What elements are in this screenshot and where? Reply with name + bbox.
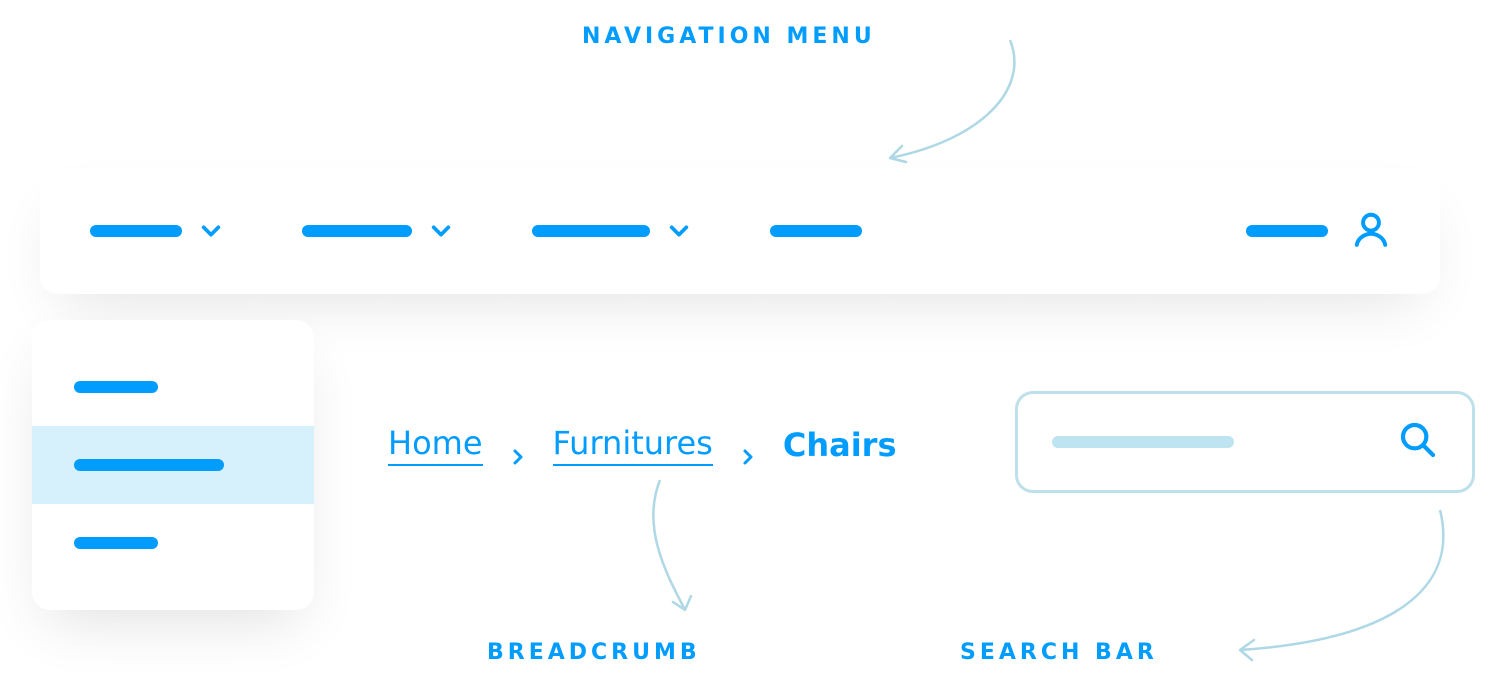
- chevron-down-icon: [200, 220, 222, 242]
- annotation-arrow-nav: [830, 30, 1050, 180]
- search-icon[interactable]: [1398, 420, 1438, 464]
- search-bar[interactable]: [1015, 391, 1475, 493]
- nav-item-2-placeholder: [302, 225, 412, 237]
- breadcrumb: Home Furnitures Chairs: [388, 424, 897, 466]
- annotation-arrow-breadcrumb: [630, 470, 750, 640]
- nav-right-group: [1246, 210, 1390, 252]
- annotation-breadcrumb-label: BREADCRUMB: [487, 640, 701, 665]
- dropdown-item-2-placeholder: [74, 459, 224, 471]
- search-placeholder: [1052, 436, 1234, 448]
- breadcrumb-current: Chairs: [783, 426, 897, 464]
- nav-item-2[interactable]: [302, 220, 452, 242]
- chevron-down-icon: [668, 220, 690, 242]
- nav-item-3[interactable]: [532, 220, 690, 242]
- dropdown-item-1[interactable]: [32, 348, 314, 426]
- nav-item-4[interactable]: [770, 225, 862, 237]
- chevron-right-icon: [509, 436, 527, 454]
- dropdown-item-2[interactable]: [32, 426, 314, 504]
- nav-item-4-placeholder: [770, 225, 862, 237]
- chevron-right-icon: [739, 436, 757, 454]
- nav-item-3-placeholder: [532, 225, 650, 237]
- nav-item-1[interactable]: [90, 220, 222, 242]
- navigation-menu-bar: [40, 168, 1440, 294]
- breadcrumb-link-home[interactable]: Home: [388, 424, 483, 466]
- nav-account-placeholder: [1246, 225, 1328, 237]
- dropdown-item-3[interactable]: [32, 504, 314, 582]
- dropdown-item-1-placeholder: [74, 381, 158, 393]
- nav-left-group: [90, 220, 1246, 242]
- annotation-nav-menu-label: NAVIGATION MENU: [582, 24, 876, 49]
- dropdown-item-3-placeholder: [74, 537, 158, 549]
- annotation-arrow-search: [1130, 500, 1460, 680]
- annotation-search-label: SEARCH BAR: [960, 640, 1158, 665]
- nav-dropdown-panel: [32, 320, 314, 610]
- chevron-down-icon: [430, 220, 452, 242]
- nav-item-1-placeholder: [90, 225, 182, 237]
- user-icon[interactable]: [1352, 210, 1390, 252]
- breadcrumb-link-furnitures[interactable]: Furnitures: [553, 424, 713, 466]
